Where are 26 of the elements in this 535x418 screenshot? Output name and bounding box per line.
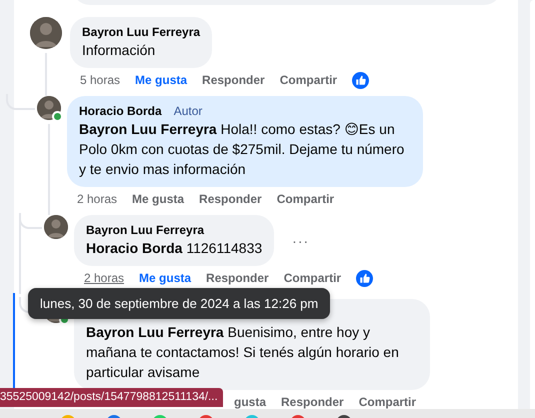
author-label: Autor (174, 104, 202, 118)
author-name[interactable]: Bayron Luu Ferreyra (86, 222, 204, 236)
share-button[interactable]: Compartir (284, 271, 342, 285)
status-url: 35525009142/posts/1547798812511134/... (0, 388, 223, 407)
reply-button[interactable]: Responder (199, 192, 262, 206)
comment-text: Horacio Borda 1126114833 (86, 239, 262, 258)
timestamp-link[interactable]: 5 horas (80, 73, 120, 87)
like-button[interactable]: gusta (234, 395, 266, 409)
date-tooltip: lunes, 30 de septiembre de 2024 a las 12:26 pm (28, 288, 330, 319)
share-button[interactable]: Compartir (276, 192, 334, 206)
like-button[interactable]: Me gusta (139, 271, 192, 285)
timestamp-link[interactable]: 2 horas (84, 271, 124, 285)
comment-text: Bayron Luu Ferreyra Hola!! como estas? 😊Es un Polo 0km con cuotas de $275mil. Dejame tu número y te envio mas información (79, 120, 406, 179)
like-button[interactable]: Me gusta (132, 192, 184, 206)
more-options-button[interactable]: ··· (292, 232, 310, 248)
timestamp-link[interactable]: 2 horas (77, 192, 118, 206)
reply-button[interactable]: Responder (281, 395, 344, 409)
reply-button[interactable]: Responder (202, 73, 265, 87)
comment-text: Bayron Luu Ferreyra Buenisimo, entre hoy y mañana te contactamos! Si tenés algún horario en particular avisame (86, 323, 400, 382)
like-button[interactable]: Me gusta (135, 73, 188, 87)
author-name[interactable]: Horacio Borda (79, 104, 162, 118)
comment-text: Información (82, 41, 156, 60)
share-button[interactable]: Compartir (358, 395, 416, 409)
author-name[interactable]: Bayron Luu Ferreyra (82, 24, 200, 38)
share-button[interactable]: Compartir (280, 73, 338, 87)
reply-button[interactable]: Responder (206, 271, 269, 285)
